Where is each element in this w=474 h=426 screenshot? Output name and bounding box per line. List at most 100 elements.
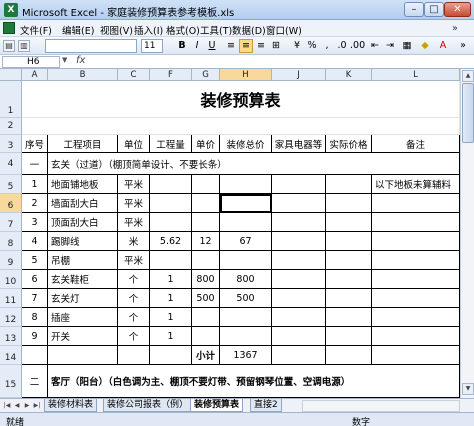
row-header-2[interactable]: 2 [0, 118, 22, 135]
percent-icon[interactable]: % [305, 39, 319, 53]
table-cell[interactable] [22, 346, 48, 365]
menu-tools[interactable]: 工具(T) [200, 23, 232, 37]
align-right-icon[interactable]: ≡ [254, 39, 268, 53]
item-number-cell[interactable]: 9 [22, 327, 48, 346]
prev-sheet-icon[interactable]: ◀ [12, 401, 22, 411]
active-cell[interactable] [220, 194, 272, 213]
row-header-6[interactable]: 6 [0, 194, 22, 213]
item-name-cell[interactable]: 吊棚 [48, 251, 118, 270]
menu-window[interactable]: 窗口(W) [266, 23, 302, 37]
column-header-g[interactable]: G [192, 69, 220, 81]
row-header-7[interactable]: 7 [0, 213, 22, 232]
item-number-cell[interactable]: 4 [22, 232, 48, 251]
item-number-cell[interactable]: 5 [22, 251, 48, 270]
item-note-cell[interactable] [372, 251, 460, 270]
header-cell-total[interactable]: 装修总价 [220, 135, 272, 153]
subtotal-value[interactable]: 1367 [220, 346, 272, 365]
item-actual-cell[interactable] [326, 251, 372, 270]
item-total-cell[interactable] [220, 251, 272, 270]
header-cell-actual-price[interactable]: 实际价格 [326, 135, 372, 153]
sheet-tab-company-report[interactable]: 装修公司报表（例） [103, 399, 193, 412]
vertical-scrollbar[interactable]: ▲ ▼ [460, 69, 474, 398]
header-cell-remarks[interactable]: 备注 [372, 135, 460, 153]
item-price-cell[interactable] [192, 175, 220, 194]
row-header-11[interactable]: 11 [0, 289, 22, 308]
fx-icon[interactable]: fx [76, 55, 85, 66]
table-cell[interactable] [48, 346, 118, 365]
row-header-9[interactable]: 9 [0, 251, 22, 270]
column-header-a[interactable]: A [22, 69, 48, 81]
comma-style-icon[interactable]: , [320, 39, 334, 53]
bold-button[interactable]: B [175, 39, 189, 53]
item-quantity-cell[interactable]: 1 [150, 289, 192, 308]
item-quantity-cell[interactable]: 1 [150, 270, 192, 289]
borders-icon[interactable]: ▦ [400, 39, 414, 53]
increase-indent-icon[interactable]: ⇥ [383, 39, 397, 53]
table-cell[interactable] [118, 346, 150, 365]
row-header-1[interactable]: 1 [0, 81, 22, 118]
fill-color-icon[interactable]: ◆ [418, 39, 432, 53]
font-size-select[interactable]: 11 [141, 39, 163, 53]
item-actual-cell[interactable] [326, 213, 372, 232]
scroll-down-icon[interactable]: ▼ [462, 383, 474, 395]
item-furniture-cell[interactable] [272, 270, 326, 289]
align-left-icon[interactable]: ≡ [224, 39, 238, 53]
column-header-b[interactable]: B [48, 69, 118, 81]
item-unit-cell[interactable]: 平米 [118, 213, 150, 232]
item-unit-cell[interactable]: 个 [118, 308, 150, 327]
toolbar-options-chevron-icon[interactable]: » [456, 39, 470, 53]
name-box-dropdown-icon[interactable]: ▼ [62, 56, 67, 64]
close-button[interactable]: ✕ [444, 2, 471, 17]
item-furniture-cell[interactable] [272, 289, 326, 308]
subtotal-label[interactable]: 小计 [192, 346, 220, 365]
select-all-corner[interactable] [0, 69, 22, 81]
item-quantity-cell[interactable] [150, 175, 192, 194]
print-icon[interactable]: ▥ [18, 40, 30, 52]
item-price-cell[interactable] [192, 327, 220, 346]
item-unit-cell[interactable]: 个 [118, 270, 150, 289]
name-box[interactable]: H6 [2, 56, 60, 68]
item-total-cell[interactable] [220, 308, 272, 327]
item-note-cell[interactable]: 以下地板未算辅料 [372, 175, 460, 194]
scroll-up-icon[interactable]: ▲ [462, 70, 474, 82]
item-note-cell[interactable] [372, 289, 460, 308]
table-cell[interactable] [372, 346, 460, 365]
horizontal-scrollbar[interactable] [302, 400, 460, 412]
row-header-10[interactable]: 10 [0, 270, 22, 289]
item-name-cell[interactable]: 地面铺地板 [48, 175, 118, 194]
item-actual-cell[interactable] [326, 289, 372, 308]
item-actual-cell[interactable] [326, 232, 372, 251]
sheet-title[interactable]: 装修预算表 [22, 81, 460, 118]
item-furniture-cell[interactable] [272, 251, 326, 270]
item-name-cell[interactable]: 插座 [48, 308, 118, 327]
header-cell-unit[interactable]: 单位 [118, 135, 150, 153]
menu-overflow-chevron[interactable]: » [452, 23, 458, 34]
column-header-l[interactable]: L [372, 69, 460, 81]
item-note-cell[interactable] [372, 194, 460, 213]
item-quantity-cell[interactable] [150, 213, 192, 232]
row-header-8[interactable]: 8 [0, 232, 22, 251]
sheet-tab-materials[interactable]: 装修材料表 [44, 399, 98, 412]
italic-button[interactable]: I [190, 39, 204, 53]
item-actual-cell[interactable] [326, 327, 372, 346]
row-header-12[interactable]: 12 [0, 308, 22, 327]
column-header-h[interactable]: H [220, 69, 272, 81]
menu-data[interactable]: 数据(D) [232, 23, 266, 37]
item-price-cell[interactable] [192, 251, 220, 270]
item-unit-cell[interactable]: 平米 [118, 251, 150, 270]
section-label[interactable]: 玄关（过道）（棚顶简单设计、不要长条） [48, 153, 460, 175]
maximize-button[interactable]: □ [424, 2, 444, 17]
section-number[interactable]: 一 [22, 153, 48, 175]
item-price-cell[interactable]: 500 [192, 289, 220, 308]
last-sheet-icon[interactable]: ▶| [32, 401, 42, 411]
item-price-cell[interactable] [192, 194, 220, 213]
menu-edit[interactable]: 编辑(E) [62, 23, 94, 37]
section-label[interactable]: 客厅（阳台）（白色调为主、棚顶不要灯带、预留钢琴位置、空调电源） [48, 365, 460, 398]
item-furniture-cell[interactable] [272, 175, 326, 194]
header-cell-unit-price[interactable]: 单价 [192, 135, 220, 153]
item-unit-cell[interactable]: 平米 [118, 175, 150, 194]
item-name-cell[interactable]: 开关 [48, 327, 118, 346]
item-unit-cell[interactable]: 米 [118, 232, 150, 251]
item-price-cell[interactable]: 12 [192, 232, 220, 251]
item-total-cell[interactable]: 800 [220, 270, 272, 289]
